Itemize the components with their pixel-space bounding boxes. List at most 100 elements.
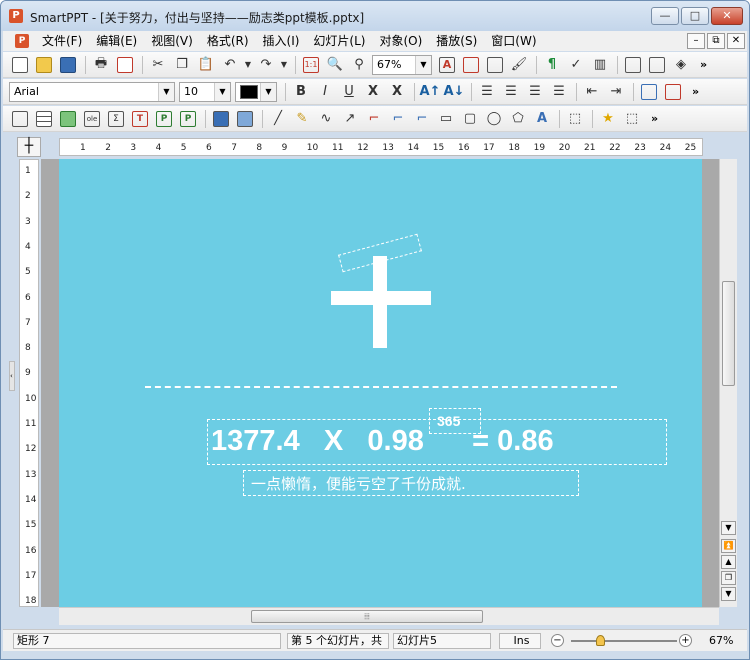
menu-file[interactable]: 文件(F)	[35, 31, 89, 51]
font-name-select[interactable]: Arial ▼	[9, 81, 175, 102]
decrease-font-icon[interactable]: A↓	[443, 81, 465, 103]
arrow-tool-icon[interactable]: ↗	[339, 108, 361, 130]
copy-icon[interactable]: ❐	[171, 54, 193, 76]
decrease-indent-icon[interactable]: ⇤	[581, 81, 603, 103]
open-folder-icon[interactable]	[33, 54, 55, 76]
insert-picture-icon[interactable]	[460, 54, 482, 76]
undo-icon[interactable]: ↶	[219, 54, 241, 76]
collapse-panel-handle[interactable]: ‹	[9, 361, 15, 391]
increase-font-icon[interactable]: A↑	[419, 81, 441, 103]
redo-dropdown-icon[interactable]: ▼	[279, 54, 289, 76]
font-size-select[interactable]: 10 ▼	[179, 81, 231, 102]
ruler-unit-toggle[interactable]: ┼	[17, 137, 41, 157]
list-view-icon[interactable]	[484, 54, 506, 76]
minimize-button[interactable]: —	[651, 7, 679, 25]
print-icon[interactable]: 🖶	[90, 54, 112, 76]
scroll-down-icon[interactable]: ▼	[721, 521, 736, 535]
rounded-rect-tool-icon[interactable]: ▢	[459, 108, 481, 130]
slide-canvas[interactable]: 1377.4 X 0.98 = 0.86 365 一点懒惰，便能亏空了千份成就.	[59, 159, 702, 607]
bold-button[interactable]: B	[290, 81, 312, 103]
zoom-slider-track[interactable]	[571, 640, 677, 642]
menu-play[interactable]: 播放(S)	[429, 31, 484, 51]
increase-indent-icon[interactable]: ⇥	[605, 81, 627, 103]
paragraph-marks-icon[interactable]: ¶	[541, 54, 563, 76]
connector-icon[interactable]: ⌐	[363, 108, 385, 130]
redo-icon[interactable]: ↷	[255, 54, 277, 76]
horizontal-scrollbar[interactable]: ⦙⦙⦙	[59, 607, 719, 625]
curved-connector-icon[interactable]: ⌐	[411, 108, 433, 130]
spell-check-icon[interactable]: ✓	[565, 54, 587, 76]
presentation-icon[interactable]	[646, 54, 668, 76]
doc-close-button[interactable]: ✕	[727, 33, 745, 49]
zoom-select[interactable]: 67% ▼	[372, 54, 432, 75]
toolbar-overflow-button[interactable]: »	[651, 112, 658, 125]
previous-slide-icon[interactable]: ▲	[721, 555, 736, 569]
zoom-in-button[interactable]: +	[679, 634, 692, 647]
close-button[interactable]: ✕	[711, 7, 743, 25]
font-color-select[interactable]: ▼	[235, 81, 277, 102]
zoom-fit-icon[interactable]: 🔍	[324, 54, 346, 76]
elbow-connector-icon[interactable]: ⌐	[387, 108, 409, 130]
undo-dropdown-icon[interactable]: ▼	[243, 54, 253, 76]
align-center-icon[interactable]: ☰	[500, 81, 522, 103]
curve-tool-icon[interactable]: ∿	[315, 108, 337, 130]
maximize-button[interactable]: □	[681, 7, 709, 25]
doc-restore-button[interactable]: ⧉	[707, 33, 725, 49]
doc-minimize-button[interactable]: –	[687, 33, 705, 49]
line-tool-icon[interactable]: ╱	[267, 108, 289, 130]
menu-window[interactable]: 窗口(W)	[484, 31, 543, 51]
align-justify-icon[interactable]: ☰	[548, 81, 570, 103]
bullet-list-icon[interactable]	[638, 81, 660, 103]
dashed-divider-line[interactable]	[145, 386, 617, 388]
menu-insert[interactable]: 插入(I)	[256, 31, 307, 51]
word-art-icon[interactable]: A	[531, 108, 553, 130]
plus-shape-horizontal[interactable]	[331, 291, 431, 305]
align-right-icon[interactable]: ☰	[524, 81, 546, 103]
horizontal-scroll-thumb[interactable]: ⦙⦙⦙	[251, 610, 483, 623]
sound-icon[interactable]	[234, 108, 256, 130]
underline-button[interactable]: U	[338, 81, 360, 103]
page-frame-icon[interactable]: P	[153, 108, 175, 130]
document-icon[interactable]: P	[15, 34, 29, 48]
text-box-icon[interactable]	[9, 108, 31, 130]
zoom-slider-thumb[interactable]	[596, 635, 605, 646]
rectangle-tool-icon[interactable]: ▭	[435, 108, 457, 130]
actual-size-icon[interactable]: 1:1	[300, 54, 322, 76]
effects-icon[interactable]: ★	[597, 108, 619, 130]
first-slide-icon[interactable]: ⏫	[721, 539, 736, 553]
italic-button[interactable]: I	[314, 81, 336, 103]
text-style-icon[interactable]: A	[436, 54, 458, 76]
vertical-scrollbar[interactable]: ▼ ⏫ ▲ ❐ ▼	[719, 159, 737, 607]
transform-icon[interactable]: ⬚	[621, 108, 643, 130]
menu-view[interactable]: 视图(V)	[144, 31, 200, 51]
pdf-export-icon[interactable]	[114, 54, 136, 76]
next-slide-icon[interactable]: ▼	[721, 587, 736, 601]
chart-icon[interactable]: ▥	[589, 54, 611, 76]
shapes-icon[interactable]: ⬠	[507, 108, 529, 130]
ellipse-tool-icon[interactable]: ◯	[483, 108, 505, 130]
zoom-out-button[interactable]: −	[551, 634, 564, 647]
align-left-icon[interactable]: ☰	[476, 81, 498, 103]
menu-object[interactable]: 对象(O)	[372, 31, 429, 51]
group-icon[interactable]: ⬚	[564, 108, 586, 130]
menu-edit[interactable]: 编辑(E)	[89, 31, 144, 51]
page-number-icon[interactable]: P	[177, 108, 199, 130]
slide-show-icon[interactable]	[622, 54, 644, 76]
pen-tool-icon[interactable]: ✎	[291, 108, 313, 130]
table-icon[interactable]	[33, 108, 55, 130]
cut-icon[interactable]: ✂	[147, 54, 169, 76]
save-icon[interactable]	[57, 54, 79, 76]
text-frame-icon[interactable]: T	[129, 108, 151, 130]
objects-icon[interactable]: ◈	[670, 54, 692, 76]
toolbar-overflow-button[interactable]: »	[692, 85, 699, 98]
menu-format[interactable]: 格式(R)	[200, 31, 256, 51]
toolbar-overflow-button[interactable]: »	[700, 58, 707, 71]
clear-format-icon[interactable]: X	[386, 81, 408, 103]
ole-object-icon[interactable]: ole	[81, 108, 103, 130]
format-painter-icon[interactable]: 🖌	[508, 54, 530, 76]
paste-icon[interactable]: 📋	[195, 54, 217, 76]
vertical-scroll-thumb[interactable]	[722, 281, 735, 386]
strikethrough-icon[interactable]: X	[362, 81, 384, 103]
menu-slide[interactable]: 幻灯片(L)	[306, 31, 372, 51]
new-file-icon[interactable]	[9, 54, 31, 76]
